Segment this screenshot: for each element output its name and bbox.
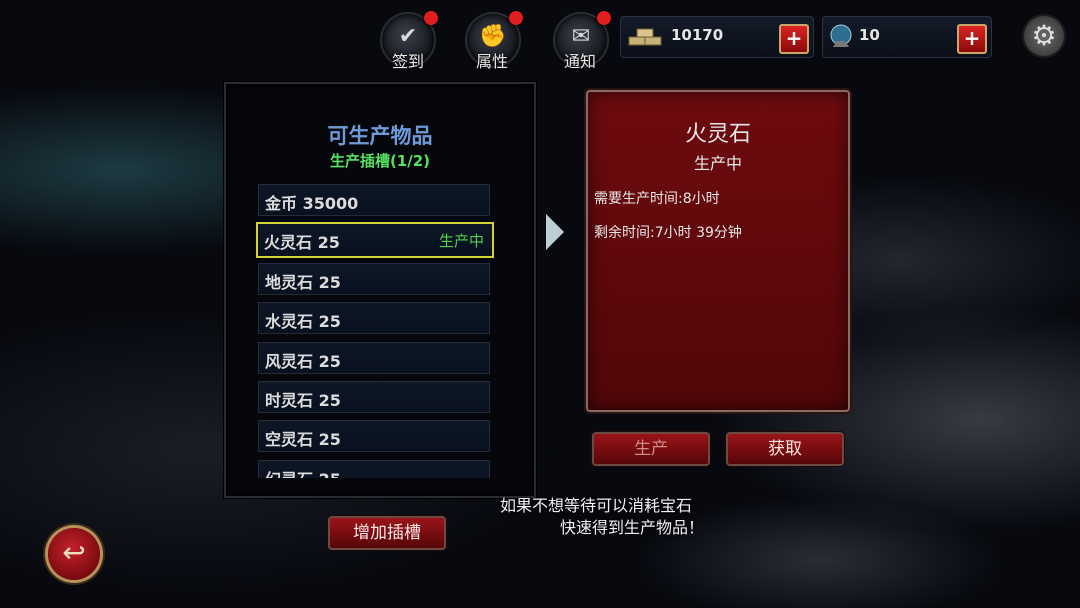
produce-button[interactable]: 生产 — [592, 432, 710, 466]
item-detail-panel: 火灵石 生产中 需要生产时间:8小时 剩余时间:7小时 39分钟 — [586, 90, 850, 412]
gem-counter: 10 + — [822, 16, 992, 58]
add-gold-button[interactable]: + — [779, 24, 809, 54]
hint-line-2: 快速得到生产物品！ — [560, 518, 705, 537]
gold-value: 10170 — [671, 26, 724, 44]
list-item[interactable]: 空灵石 25 — [258, 420, 490, 452]
item-label: 空灵石 25 — [265, 430, 341, 449]
required-time: 需要生产时间:8小时 — [594, 191, 720, 207]
collect-button[interactable]: 获取 — [726, 432, 844, 466]
checkin-label: 签到 — [391, 52, 424, 71]
item-label: 火灵石 25 — [264, 233, 340, 252]
arrow-right-icon — [546, 214, 564, 250]
attribute-icon: ✊ — [479, 24, 507, 49]
add-gem-button[interactable]: + — [957, 24, 987, 54]
item-label: 地灵石 25 — [265, 273, 341, 292]
notice-icon: ✉ — [571, 24, 591, 49]
item-status: 生产中 — [438, 232, 484, 250]
notification-badge — [509, 11, 523, 25]
list-item[interactable]: 金币 35000 — [258, 184, 490, 216]
back-arrow-icon[interactable]: ↩ — [48, 528, 100, 580]
detail-status: 生产中 — [693, 154, 742, 173]
hint-line-1: 如果不想等待可以消耗宝石 — [500, 496, 693, 515]
settings-gear-icon[interactable]: ⚙ — [1024, 16, 1064, 56]
gold-bars-icon — [628, 28, 662, 46]
notification-badge — [424, 11, 438, 25]
gem-value: 10 — [859, 26, 880, 44]
detail-title: 火灵石 — [684, 122, 751, 147]
item-label: 金币 35000 — [265, 194, 359, 213]
attribute-label: 属性 — [475, 52, 508, 71]
gem-orb-icon — [830, 24, 852, 47]
item-label: 幻灵石 25 — [265, 466, 341, 478]
production-slot-count: 生产插槽(1/2) — [329, 152, 431, 170]
list-item[interactable]: 水灵石 25 — [258, 302, 490, 334]
panel-title: 可生产物品 — [327, 124, 433, 148]
item-label: 水灵石 25 — [265, 312, 341, 331]
item-label: 风灵石 25 — [265, 352, 341, 371]
gold-counter: 10170 + — [620, 16, 814, 58]
list-item[interactable]: 地灵石 25 — [258, 263, 490, 295]
notice-label: 通知 — [563, 52, 596, 71]
checkin-icon: ✔ — [398, 24, 418, 49]
list-item-selected[interactable]: 火灵石 25 生产中 — [256, 222, 494, 258]
remaining-time: 剩余时间:7小时 39分钟 — [594, 225, 742, 241]
producible-items-panel: 可生产物品 生产插槽(1/2) 金币 35000 火灵石 25 生产中 地灵石 … — [224, 82, 536, 498]
list-item[interactable]: 风灵石 25 — [258, 342, 490, 374]
list-item[interactable]: 时灵石 25 — [258, 381, 490, 413]
item-list[interactable]: 金币 35000 火灵石 25 生产中 地灵石 25 水灵石 25 风灵石 25… — [256, 182, 496, 478]
add-slot-button[interactable]: 增加插槽 — [328, 516, 446, 550]
item-label: 时灵石 25 — [265, 391, 341, 410]
list-item[interactable]: 幻灵石 25 — [258, 460, 490, 478]
notification-badge — [597, 11, 611, 25]
